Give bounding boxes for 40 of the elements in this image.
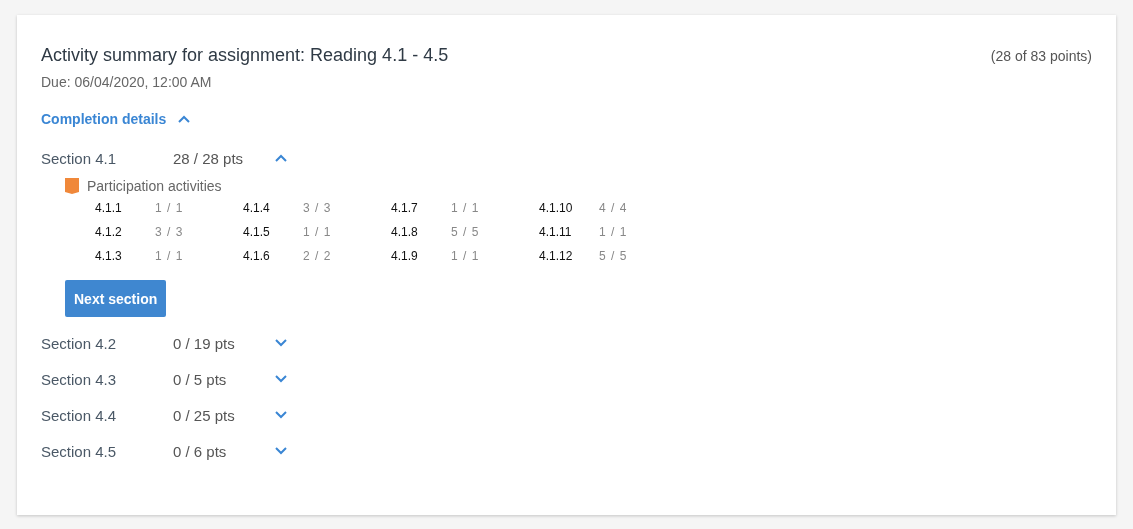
- section-name: Section 4.4: [41, 406, 118, 424]
- activity-score: 5 / 5: [451, 225, 480, 239]
- activity-link[interactable]: 4.1.5: [243, 225, 303, 239]
- activity-link[interactable]: 4.1.11: [539, 225, 599, 239]
- activity-score: 2 / 2: [303, 249, 332, 263]
- section-score: 0 / 5 pts: [173, 370, 228, 388]
- group-label: Participation activities: [87, 178, 222, 194]
- activity-score: 1 / 1: [451, 201, 480, 215]
- activity-link[interactable]: 4.1.8: [391, 225, 451, 239]
- activity-link[interactable]: 4.1.4: [243, 201, 303, 215]
- activity-score: 1 / 1: [451, 249, 480, 263]
- due-date: Due: 06/04/2020, 12:00 AM: [41, 74, 213, 90]
- activity-score: 1 / 1: [155, 201, 184, 215]
- section-name: Section 4.3: [41, 370, 118, 388]
- section-score: 0 / 25 pts: [173, 406, 236, 424]
- activity-score: 3 / 3: [155, 225, 184, 239]
- activity-link[interactable]: 4.1.10: [539, 201, 599, 215]
- activity-score: 1 / 1: [155, 249, 184, 263]
- activity-link[interactable]: 4.1.1: [95, 201, 155, 215]
- assignment-title: Activity summary for assignment: Reading 4.1 - 4.5: [41, 45, 449, 66]
- activity-score: 1 / 1: [599, 225, 628, 239]
- activity-link[interactable]: 4.1.7: [391, 201, 451, 215]
- next-section-button[interactable]: Next section: [65, 280, 167, 317]
- activity-link[interactable]: 4.1.9: [391, 249, 451, 263]
- activity-score: 5 / 5: [599, 249, 628, 263]
- activity-link[interactable]: 4.1.2: [95, 225, 155, 239]
- activity-link[interactable]: 4.1.3: [95, 249, 155, 263]
- section-name: Section 4.1: [41, 149, 118, 167]
- activity-link[interactable]: 4.1.6: [243, 249, 303, 263]
- section-score: 0 / 19 pts: [173, 334, 236, 352]
- points-total: (28 of 83 points): [990, 48, 1092, 64]
- section-name: Section 4.5: [41, 442, 118, 460]
- completion-details-toggle[interactable]: Completion details: [41, 111, 191, 127]
- section-score: 0 / 6 pts: [173, 442, 228, 460]
- section-score: 28 / 28 pts: [173, 149, 245, 167]
- activity-score: 1 / 1: [303, 225, 332, 239]
- activity-link[interactable]: 4.1.12: [539, 249, 599, 263]
- activity-score: 4 / 4: [599, 201, 628, 215]
- section-name: Section 4.2: [41, 334, 118, 352]
- activity-score: 3 / 3: [303, 201, 332, 215]
